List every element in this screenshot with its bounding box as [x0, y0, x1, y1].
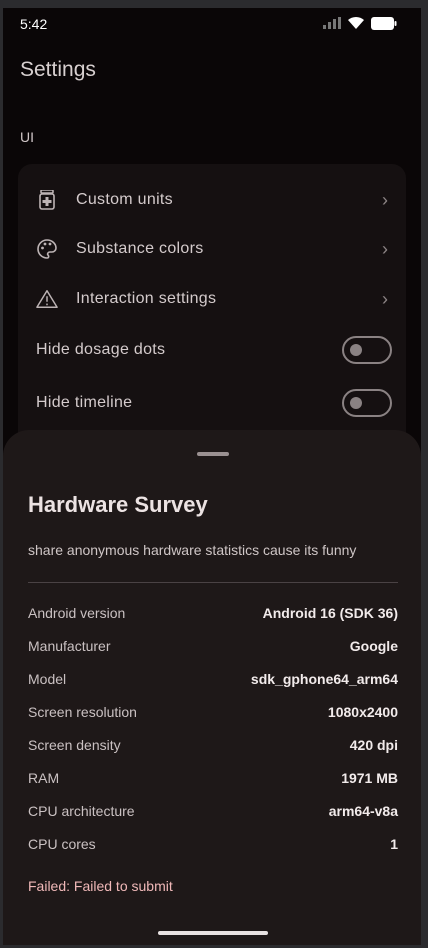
info-value: 1971 MB: [341, 770, 398, 786]
info-row-cpu-cores: CPU cores 1: [28, 836, 398, 856]
info-row-ram: RAM 1971 MB: [28, 770, 398, 790]
divider: [28, 582, 398, 583]
interaction-settings-label: Interaction settings: [76, 290, 217, 307]
info-key: Manufacturer: [28, 638, 111, 654]
info-row-manufacturer: Manufacturer Google: [28, 638, 398, 658]
chevron-right-icon: ›: [382, 288, 388, 309]
substance-colors-item[interactable]: Substance colors ›: [18, 225, 406, 273]
hide-timeline-label: Hide timeline: [36, 394, 133, 411]
cellular-signal-icon: [323, 17, 341, 29]
substance-colors-label: Substance colors: [76, 240, 204, 257]
submit-error-message: Failed: Failed to submit: [28, 878, 173, 894]
info-row-screen-density: Screen density 420 dpi: [28, 737, 398, 757]
info-row-screen-resolution: Screen resolution 1080x2400: [28, 704, 398, 724]
hardware-survey-sheet: Hardware Survey share anonymous hardware…: [3, 430, 421, 945]
switch-knob: [350, 344, 362, 356]
info-value: arm64-v8a: [328, 803, 398, 819]
info-key: Model: [28, 671, 67, 687]
info-row-android-version: Android version Android 16 (SDK 36): [28, 605, 398, 625]
hide-timeline-row: Hide timeline: [18, 379, 406, 427]
info-row-cpu-architecture: CPU architecture arm64-v8a: [28, 803, 398, 823]
section-title-ui: UI: [20, 129, 34, 145]
sheet-description: share anonymous hardware statistics caus…: [28, 542, 357, 558]
home-indicator[interactable]: [158, 931, 268, 935]
info-key: Screen resolution: [28, 704, 137, 720]
phone-screen: 5:42 Settings UI Custom units › Substanc…: [3, 8, 421, 945]
wifi-icon: [348, 16, 364, 29]
hide-dosage-dots-label: Hide dosage dots: [36, 341, 166, 358]
chevron-right-icon: ›: [382, 238, 388, 259]
battery-icon: [371, 16, 397, 30]
info-row-model: Model sdk_gphone64_arm64: [28, 671, 398, 691]
status-time: 5:42: [20, 16, 48, 32]
info-key: Screen density: [28, 737, 121, 753]
info-key: CPU architecture: [28, 803, 135, 819]
page-title: Settings: [20, 58, 96, 81]
sheet-title: Hardware Survey: [28, 492, 208, 517]
info-value: Google: [349, 638, 398, 654]
hide-dosage-dots-row: Hide dosage dots: [18, 326, 406, 374]
info-value: 1: [390, 836, 398, 852]
interaction-settings-item[interactable]: Interaction settings ›: [18, 275, 406, 323]
chevron-right-icon: ›: [382, 189, 388, 210]
info-key: CPU cores: [28, 836, 96, 852]
info-key: RAM: [28, 770, 60, 786]
custom-units-item[interactable]: Custom units ›: [18, 176, 406, 224]
info-value: Android 16 (SDK 36): [262, 605, 398, 621]
ui-settings-card: Custom units › Substance colors › Intera…: [18, 164, 406, 464]
info-value: 420 dpi: [349, 737, 398, 753]
switch-knob: [350, 397, 362, 409]
warning-icon: [36, 288, 58, 310]
status-bar: 5:42: [3, 8, 421, 36]
status-icons: [323, 16, 397, 30]
custom-units-label: Custom units: [76, 191, 173, 208]
info-key: Android version: [28, 605, 126, 621]
palette-icon: [36, 238, 58, 260]
hide-dosage-dots-switch[interactable]: [342, 336, 392, 364]
drag-handle[interactable]: [197, 452, 229, 456]
info-value: 1080x2400: [327, 704, 398, 720]
pill-bottle-icon: [36, 189, 58, 211]
info-value: sdk_gphone64_arm64: [250, 671, 398, 687]
hide-timeline-switch[interactable]: [342, 389, 392, 417]
